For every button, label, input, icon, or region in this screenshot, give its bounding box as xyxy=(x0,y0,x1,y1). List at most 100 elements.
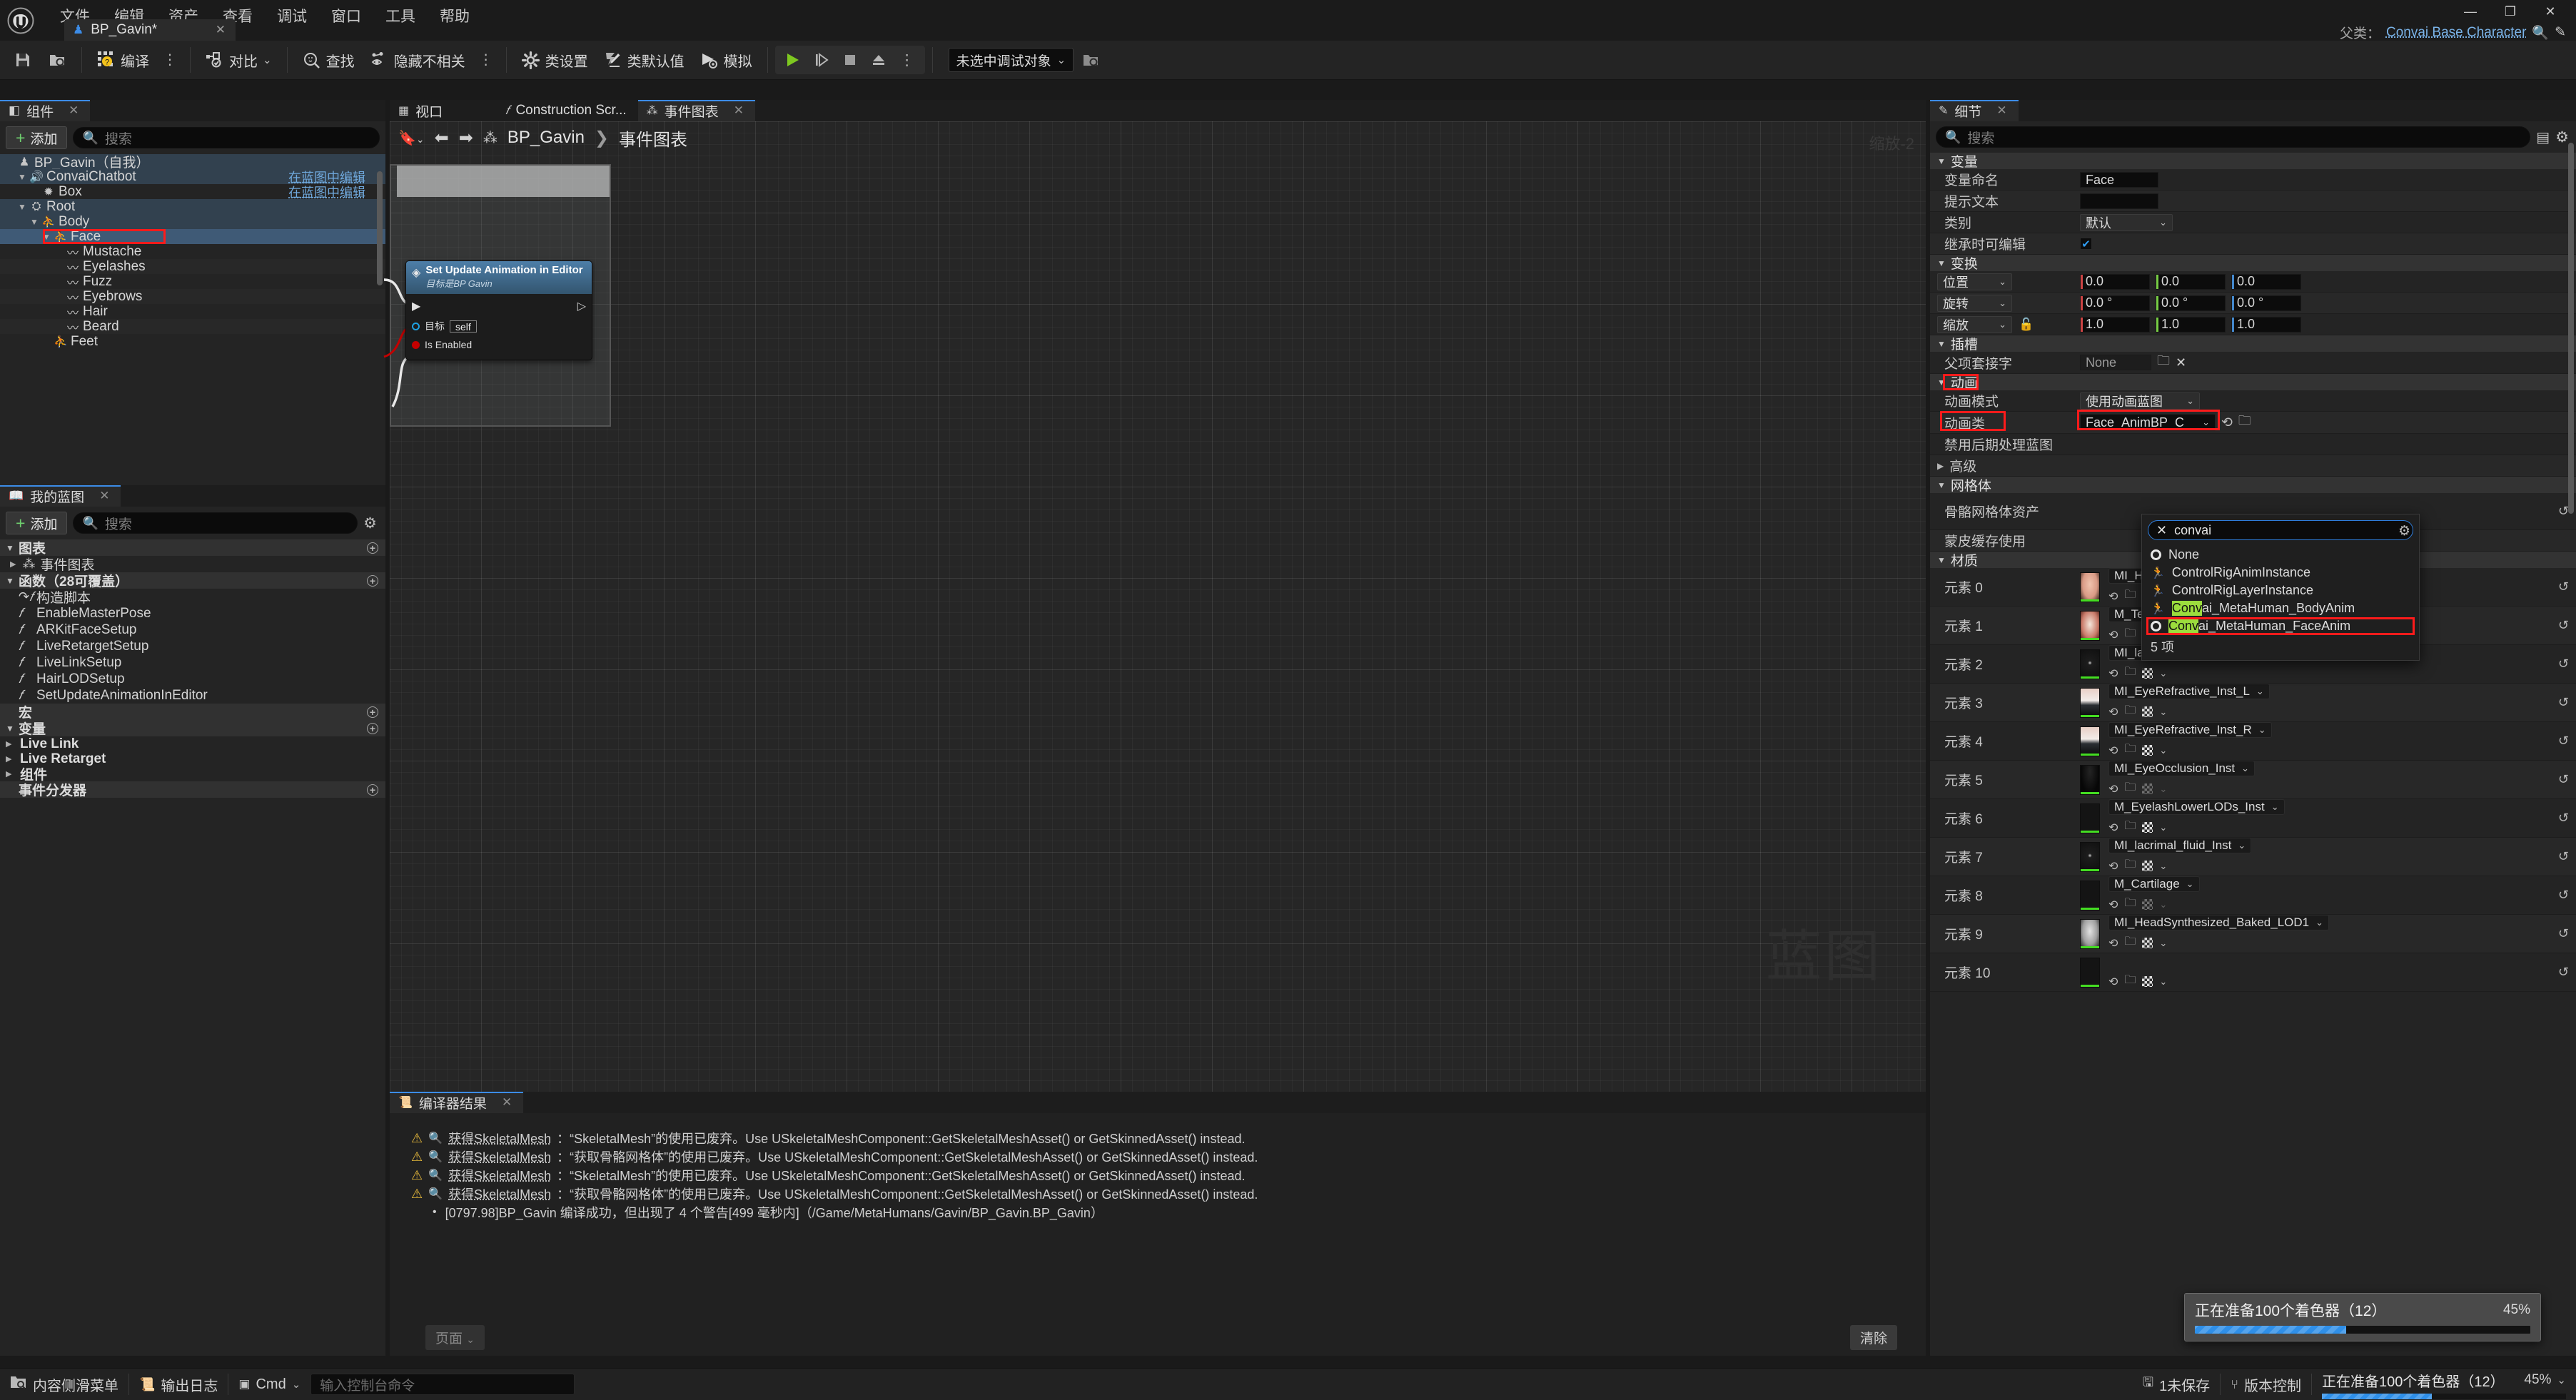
compiler-message-row[interactable]: ⚠ 🔍 获得SkeletalMesh ：“获取骨骼网格体”的使用已废弃。Use USk… xyxy=(390,1147,1926,1166)
tab-components[interactable]: ◧ 组件 ✕ xyxy=(0,100,91,121)
console-command-input[interactable]: 输入控制台命令 xyxy=(310,1374,575,1395)
material-checker-icon[interactable] xyxy=(2142,822,2153,833)
category-combo[interactable]: 默认 ⌄ xyxy=(2080,213,2173,231)
use-selected-asset-icon[interactable]: ⟲ xyxy=(2108,628,2118,642)
chevron-right-icon[interactable]: ▶ xyxy=(6,754,16,764)
add-blueprint-item-button[interactable]: + 添加 xyxy=(6,512,68,534)
chevron-down-icon[interactable]: ⌄ xyxy=(2159,706,2167,718)
simulate-button[interactable]: 模拟 xyxy=(692,44,760,76)
rotation-x-input[interactable]: 0.0 ° xyxy=(2080,295,2150,311)
editable-checkbox[interactable]: ✔ xyxy=(2080,238,2092,250)
material-checker-icon[interactable] xyxy=(2142,899,2153,910)
function-item-构造脚本[interactable]: ↷𝑓 构造脚本 xyxy=(0,589,385,606)
revert-icon[interactable]: ↺ xyxy=(2558,618,2569,633)
material-checker-icon[interactable] xyxy=(2142,861,2153,871)
exec-out-pin-icon[interactable]: ▷ xyxy=(577,299,586,313)
play-icon[interactable] xyxy=(779,46,807,73)
function-item-setupdateanimationineditor[interactable]: 𝑓 SetUpdateAnimationInEditor xyxy=(0,687,385,704)
revert-icon[interactable]: ↺ xyxy=(2558,849,2569,864)
rotation-y-input[interactable]: 0.0 ° xyxy=(2156,295,2226,311)
unreal-logo-icon[interactable] xyxy=(0,0,41,41)
material-thumbnail[interactable] xyxy=(2080,764,2100,795)
material-thumbnail[interactable] xyxy=(2080,572,2100,602)
use-selected-asset-icon[interactable]: ⟲ xyxy=(2108,744,2118,758)
variable-category-livelink[interactable]: ▶ Live Link xyxy=(0,736,385,751)
details-search-input[interactable]: 🔍 搜索 xyxy=(1936,126,2531,148)
use-selected-asset-icon[interactable]: ⟲ xyxy=(2108,898,2118,912)
chevron-down-icon[interactable]: ⌄ xyxy=(2159,668,2167,679)
section-animation[interactable]: ▼ 动画 xyxy=(1930,374,2576,391)
browse-folder-icon[interactable]: 🗀 xyxy=(2124,702,2136,721)
rotation-combo[interactable]: 旋转 ⌄ xyxy=(1937,294,2012,312)
material-checker-icon[interactable] xyxy=(2142,938,2153,948)
material-picker[interactable]: MI_HeadSynthesized_Baked_LOD1 ⌄ xyxy=(2108,915,2330,930)
material-thumbnail[interactable] xyxy=(2080,610,2100,641)
graph-item-event-graph[interactable]: ▶ ⁂ 事件图表 xyxy=(0,556,385,573)
anim-class-option[interactable]: 🏃 ControlRigLayerInstance xyxy=(2142,582,2419,599)
revert-icon[interactable]: ↺ xyxy=(2558,734,2569,749)
parent-socket-value[interactable]: None xyxy=(2080,355,2151,370)
material-checker-icon[interactable] xyxy=(2142,668,2153,679)
use-selected-asset-icon[interactable]: ⟲ xyxy=(2108,782,2118,796)
tab-construction-script[interactable]: 𝑓 Construction Scr... xyxy=(497,100,638,121)
material-thumbnail[interactable] xyxy=(2080,726,2100,756)
myblueprint-search-input[interactable]: 🔍 搜索 xyxy=(73,512,358,534)
scale-combo[interactable]: 缩放 ⌄ xyxy=(1937,315,2012,333)
browse-folder-icon[interactable]: 🗀 xyxy=(2124,933,2136,953)
location-combo[interactable]: 位置 ⌄ xyxy=(1937,273,2012,290)
location-y-input[interactable]: 0.0 xyxy=(2156,273,2226,290)
hide-unrelated-button[interactable]: 隐藏不相关 xyxy=(363,44,473,76)
chevron-down-icon[interactable]: ⌄ xyxy=(2159,783,2167,795)
tooltip-input[interactable] xyxy=(2080,193,2158,209)
chevron-down-icon[interactable]: ⌄ xyxy=(2159,976,2167,988)
component-tree-item-feet[interactable]: ⛹ Feet xyxy=(0,334,385,349)
revert-icon[interactable]: ↺ xyxy=(2558,772,2569,787)
anim-class-option[interactable]: 🏃 Conv ai_MetaHuman_BodyAnim xyxy=(2142,599,2419,617)
material-thumbnail[interactable] xyxy=(2080,880,2100,910)
anim-class-option[interactable]: Conv ai_MetaHuman_FaceAnim xyxy=(2142,617,2419,635)
clear-button[interactable]: 清除 xyxy=(1849,1324,1897,1350)
chevron-down-icon[interactable]: ⌄ xyxy=(2159,745,2167,756)
animation-class-combo[interactable]: Face_AnimBP_C ⌄ xyxy=(2080,414,2216,431)
search-icon[interactable]: 🔍 xyxy=(428,1150,443,1164)
component-tree-item-eyelashes[interactable]: 〰 Eyelashes xyxy=(0,259,385,275)
compiler-message-row[interactable]: ⚠ 🔍 获得SkeletalMesh ：“SkeletalMesh”的使用已废弃。Us… xyxy=(390,1166,1926,1185)
target-value[interactable]: self xyxy=(450,320,477,333)
use-selected-asset-icon[interactable]: ⟲ xyxy=(2108,859,2118,873)
component-tree-item-beard[interactable]: 〰 Beard xyxy=(0,319,385,335)
unsaved-button[interactable]: 🖫 1未保存 xyxy=(2133,1369,2220,1400)
target-object-pin-icon[interactable] xyxy=(412,322,420,330)
material-picker[interactable]: MI_lacrimal_fluid_Inst ⌄ xyxy=(2108,838,2252,853)
chevron-down-icon[interactable]: ⌄ xyxy=(2159,938,2167,949)
maximize-icon[interactable]: ❐ xyxy=(2490,0,2530,23)
location-x-input[interactable]: 0.0 xyxy=(2080,273,2150,290)
component-tree-item-hair[interactable]: 〰 Hair xyxy=(0,304,385,320)
minimize-icon[interactable]: — xyxy=(2450,0,2490,23)
gear-icon[interactable]: ⚙ xyxy=(2398,523,2410,539)
browse-folder-icon[interactable]: 🗀 xyxy=(2124,664,2136,683)
material-picker[interactable]: M_EyelashLowerLODs_Inst ⌄ xyxy=(2108,799,2285,815)
component-tree-item-fuzz[interactable]: 〰 Fuzz xyxy=(0,274,385,290)
revert-icon[interactable]: ↺ xyxy=(2558,811,2569,826)
compile-options-kebab-icon[interactable]: ⋮ xyxy=(157,44,183,76)
menu-help[interactable]: 帮助 xyxy=(428,0,482,34)
cmd-mode-selector[interactable]: ▣ Cmd ⌄ xyxy=(228,1369,310,1400)
animation-class-dropdown-search[interactable]: ✕ convai xyxy=(2148,520,2413,540)
material-checker-icon[interactable] xyxy=(2142,706,2153,717)
find-button[interactable]: 查找 xyxy=(295,44,363,76)
add-icon[interactable]: + xyxy=(367,722,378,734)
section-socket[interactable]: ▼ 插槽 xyxy=(1930,335,2576,352)
revert-icon[interactable]: ↺ xyxy=(2558,504,2569,519)
variable-category-组件[interactable]: ▶ 组件 xyxy=(0,766,385,783)
edit-pencil-icon[interactable]: ✎ xyxy=(2555,24,2566,41)
compile-button[interactable]: ? 编译 xyxy=(89,44,157,76)
graph-canvas[interactable]: 🔖⌄ ⬅ ➡ ⁂ BP_Gavin ❯ 事件图表 缩放-2 蓝图 ◈ Set U… xyxy=(383,121,1926,1092)
material-picker[interactable]: MI_EyeRefractive_Inst_R ⌄ xyxy=(2108,722,2272,738)
row-advanced[interactable]: ▶ 高级 xyxy=(1930,455,2576,477)
scale-lock-icon[interactable]: 🔓 xyxy=(2019,318,2034,332)
material-picker[interactable]: M_Cartilage ⌄ xyxy=(2108,876,2200,892)
chevron-down-icon[interactable]: ⌄ xyxy=(2159,899,2167,910)
document-tab-bp-gavin[interactable]: ♟ BP_Gavin* ✕ xyxy=(64,19,236,41)
add-icon[interactable]: + xyxy=(367,706,378,718)
material-thumbnail[interactable] xyxy=(2080,687,2100,718)
